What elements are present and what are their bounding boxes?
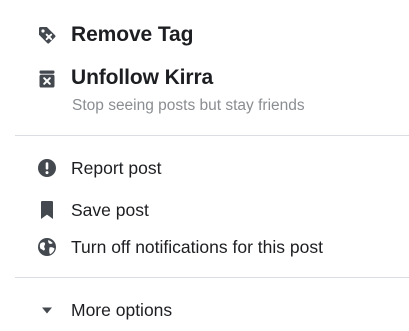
save-post-label: Save post: [71, 200, 149, 220]
remove-tag-item[interactable]: Remove Tag: [0, 14, 409, 58]
report-post-item[interactable]: Report post: [0, 150, 409, 186]
unfollow-label: Unfollow Kirra: [71, 66, 214, 89]
divider: [15, 277, 409, 278]
save-post-item[interactable]: Save post: [0, 192, 409, 228]
unfollow-item[interactable]: Unfollow Kirra Stop seeing posts but sta…: [0, 60, 409, 126]
remove-tag-label: Remove Tag: [71, 23, 194, 46]
more-options-label: More options: [71, 300, 173, 320]
alert-icon: [37, 158, 57, 178]
tag-remove-icon: [37, 25, 57, 45]
caret-down-icon: [37, 300, 57, 320]
more-options-item[interactable]: More options: [0, 292, 409, 328]
turn-off-notifications-item[interactable]: Turn off notifications for this post: [0, 229, 409, 265]
report-post-label: Report post: [71, 158, 162, 178]
post-options-menu: Remove Tag Unfollow Kirra Stop seeing po…: [0, 0, 409, 331]
divider: [15, 135, 409, 136]
globe-icon: [37, 237, 57, 257]
unfollow-sublabel: Stop seeing posts but stay friends: [72, 97, 305, 114]
turn-off-notifications-label: Turn off notifications for this post: [71, 237, 323, 257]
bookmark-icon: [37, 200, 57, 220]
unfollow-icon: [37, 69, 57, 89]
